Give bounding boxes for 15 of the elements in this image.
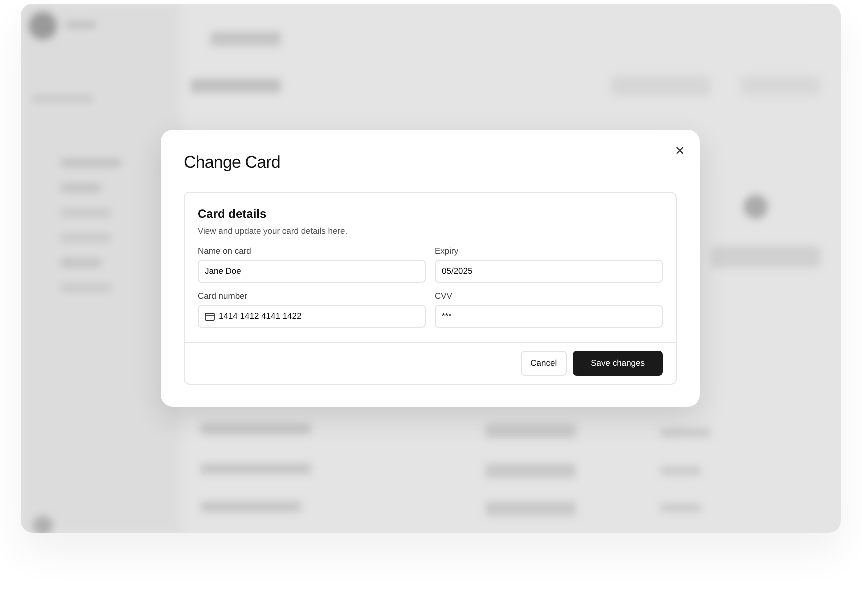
cancel-button[interactable]: Cancel bbox=[520, 351, 568, 376]
section-title: Card details bbox=[198, 207, 268, 221]
input-field[interactable]: 05/2025 bbox=[435, 260, 663, 283]
dialog-title: Change Card bbox=[184, 152, 282, 174]
input-field[interactable]: *** bbox=[435, 305, 663, 328]
field-label: Name on card bbox=[198, 246, 252, 257]
field-label: CVV bbox=[435, 291, 454, 302]
close-button[interactable]: × bbox=[670, 142, 690, 162]
field-label: Expiry bbox=[435, 246, 460, 257]
field-label: Card number bbox=[198, 291, 249, 302]
input-field[interactable]: 1414 1412 4141 1422 bbox=[198, 305, 426, 328]
input-field[interactable]: Jane Doe bbox=[198, 260, 426, 283]
section-description: View and update your card details here. bbox=[198, 225, 349, 237]
save-button[interactable]: Save changes bbox=[573, 351, 663, 376]
credit-card-icon bbox=[205, 312, 215, 320]
